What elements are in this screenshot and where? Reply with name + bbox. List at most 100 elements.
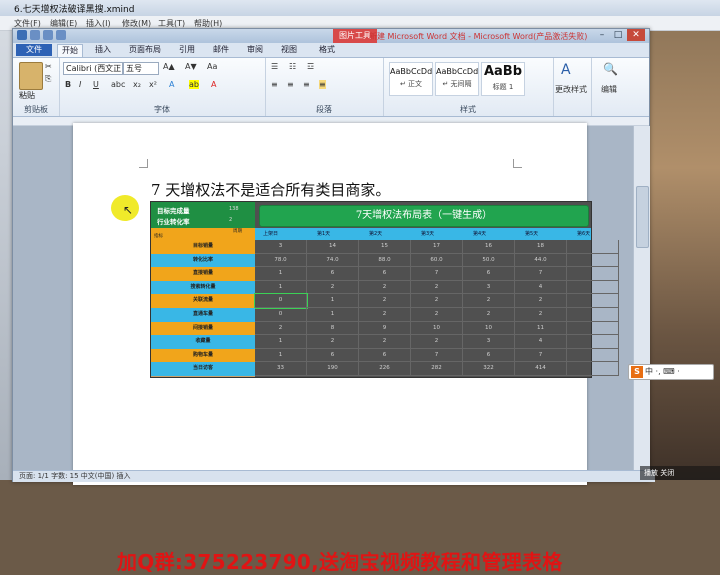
tab-file[interactable]: 文件 <box>16 44 52 56</box>
table-cell: 1 <box>307 308 359 322</box>
mouse-cursor-icon: ↖ <box>123 203 134 217</box>
tab-home[interactable]: 开始 <box>57 44 83 57</box>
close-icon[interactable]: ✕ <box>627 29 645 41</box>
align-center-icon[interactable]: ≡ <box>287 80 294 89</box>
italic-icon[interactable]: I <box>79 80 81 89</box>
style-heading-1[interactable]: AaBb 标题 1 <box>481 62 525 96</box>
row-label: 收藏量 <box>151 335 255 350</box>
style-no-spacing[interactable]: AaBbCcDd ↵ 无间隔 <box>435 62 479 96</box>
table-cell: 2 <box>359 335 411 349</box>
change-case-icon[interactable]: Aa <box>207 62 217 71</box>
underline-icon[interactable]: U <box>93 80 99 89</box>
row-label: 当日访客 <box>151 362 255 377</box>
scroll-thumb[interactable] <box>636 186 649 248</box>
ime-status: 中 ·, ⌨ · <box>645 367 680 376</box>
multilevel-list-icon[interactable]: ☲ <box>307 62 314 71</box>
row-label: 目标销量 <box>151 240 255 255</box>
row-label: 直接销量 <box>151 267 255 282</box>
table-cell: 44.0 <box>515 253 567 268</box>
tab-insert[interactable]: 插入 <box>91 44 115 56</box>
editing-label[interactable]: 编辑 <box>601 84 617 95</box>
minimize-icon[interactable]: – <box>595 29 609 41</box>
document-page[interactable]: ↖ 7 天增权法不是适合所有类目商家。 目标完成量 138 行业转化率 2 7天… <box>73 123 619 574</box>
superscript-icon[interactable]: x² <box>149 80 157 89</box>
strikethrough-icon[interactable]: abc <box>111 80 125 89</box>
copy-icon[interactable]: ⎘ <box>45 74 51 84</box>
table-cell: 17 <box>411 240 463 254</box>
bullets-icon[interactable]: ☰ <box>271 62 278 71</box>
tab-page-layout[interactable]: 页面布局 <box>125 44 165 56</box>
table-cell: 2 <box>515 294 567 308</box>
tab-references[interactable]: 引用 <box>175 44 199 56</box>
change-styles-icon[interactable]: A <box>561 62 571 78</box>
highlight-icon[interactable]: ab <box>189 80 199 89</box>
table-cell: 6 <box>307 348 359 363</box>
table-cell: 190 <box>307 362 359 376</box>
font-name-combo[interactable]: Calibri (西文正 <box>63 62 123 75</box>
find-icon[interactable]: 🔍 <box>603 62 618 76</box>
table-cell: 3 <box>463 280 515 295</box>
table-cell: 6 <box>359 348 411 363</box>
status-bar: 页面: 1/1 字数: 15 中文(中国) 插入 <box>13 470 655 482</box>
kpi-value: 138 <box>229 206 239 212</box>
tab-review[interactable]: 审阅 <box>243 44 267 56</box>
sheet-banner: 7天增权法布局表（一键生成） <box>259 205 589 227</box>
table-cell: 6 <box>463 348 515 363</box>
tab-view[interactable]: 视图 <box>277 44 301 56</box>
style-normal-name: ↵ 正文 <box>399 80 423 88</box>
table-cell: 2 <box>411 280 463 295</box>
table-cell: 2 <box>359 280 411 295</box>
undo-icon[interactable] <box>43 30 53 40</box>
maximize-icon[interactable]: □ <box>611 29 625 41</box>
table-cell: 2 <box>307 335 359 349</box>
day-header: 第6天 <box>577 231 591 237</box>
editing-group: 🔍 编辑 <box>591 58 631 116</box>
font-size-combo[interactable]: 五号 <box>123 62 159 75</box>
table-cell: 50.0 <box>463 253 515 268</box>
save-icon[interactable] <box>30 30 40 40</box>
subscript-icon[interactable]: x₂ <box>133 80 141 89</box>
paragraph-group-label: 段落 <box>316 105 332 114</box>
style-no-spacing-preview: AaBbCcDd <box>436 67 479 76</box>
redo-icon[interactable] <box>56 30 66 40</box>
table-cell: 2 <box>255 321 307 336</box>
desktop-left-strip <box>0 0 12 480</box>
table-cell: 414 <box>515 362 567 376</box>
paste-button[interactable] <box>19 62 43 90</box>
ribbon-tabs: 文件 开始 插入 页面布局 引用 邮件 审阅 视图 格式 <box>13 43 649 58</box>
tab-mailings[interactable]: 邮件 <box>209 44 233 56</box>
table-cell: 16 <box>463 240 515 254</box>
kpi-panel: 目标完成量 138 行业转化率 2 <box>151 202 255 228</box>
ime-toolbar[interactable]: S中 ·, ⌨ · <box>628 364 714 380</box>
cut-icon[interactable]: ✂ <box>45 62 52 71</box>
grow-font-icon[interactable]: A▲ <box>163 62 175 71</box>
justify-icon[interactable]: ≡ <box>319 80 326 89</box>
font-color-icon[interactable]: A <box>211 80 216 89</box>
row-label: 购物车量 <box>151 348 255 364</box>
text-effects-icon[interactable]: A <box>169 80 174 89</box>
vertical-scrollbar[interactable] <box>633 126 650 481</box>
bold-icon[interactable]: B <box>65 80 71 89</box>
row-label: 直通车量 <box>151 308 255 323</box>
align-left-icon[interactable]: ≡ <box>271 80 278 89</box>
change-styles-label[interactable]: 更改样式 <box>555 84 587 95</box>
day-header: 第5天 <box>525 231 539 237</box>
table-cell: 226 <box>359 362 411 376</box>
embedded-sheet-image[interactable]: 目标完成量 138 行业转化率 2 7天增权法布局表（一键生成） 周期 指标 上… <box>150 201 619 378</box>
align-right-icon[interactable]: ≡ <box>303 80 310 89</box>
numbering-icon[interactable]: ☷ <box>289 62 296 71</box>
table-cell: 7 <box>411 348 463 363</box>
table-cell: 2 <box>359 308 411 322</box>
style-no-spacing-name: ↵ 无间隔 <box>442 80 472 88</box>
sogou-icon: S <box>631 366 643 378</box>
shrink-font-icon[interactable]: A▼ <box>185 62 197 71</box>
table-cell <box>567 335 619 349</box>
font-group: Calibri (西文正 五号 A▲ A▼ Aa B I U abc x₂ x²… <box>59 58 266 116</box>
xmind-title-bar: 6.七天增权法破译黑搜.xmind <box>0 0 720 17</box>
paragraph-group: ☰ ☷ ☲ ≡ ≡ ≡ ≡ 段落 <box>265 58 384 116</box>
style-normal[interactable]: AaBbCcDd ↵ 正文 <box>389 62 433 96</box>
tab-format[interactable]: 格式 <box>315 44 339 56</box>
table-cell: 9 <box>359 321 411 336</box>
table-cell: 10 <box>411 321 463 336</box>
document-heading[interactable]: 7 天增权法不是适合所有类目商家。 <box>151 179 390 200</box>
